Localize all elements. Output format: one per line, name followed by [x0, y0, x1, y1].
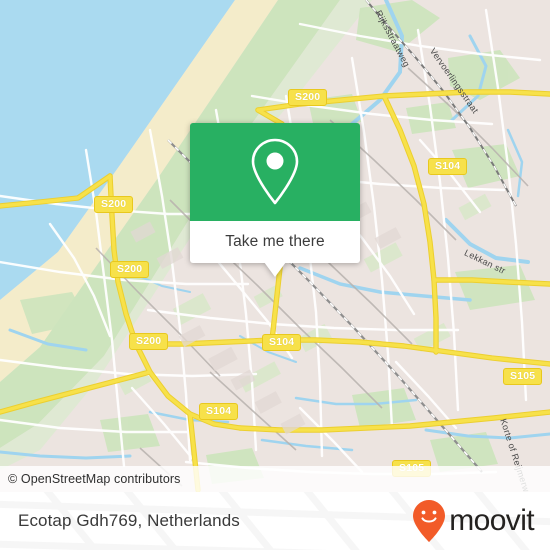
road-shield: S200: [110, 261, 150, 278]
road-shield: S104: [199, 403, 239, 420]
map-pin-icon: [251, 138, 299, 205]
moovit-wordmark: moovit: [449, 504, 534, 537]
moovit-location-card: S200 S104 S200 S200 S200 S104 S105 S104 …: [0, 0, 550, 550]
take-me-there-label: Take me there: [225, 233, 325, 250]
road-shield: S104: [428, 158, 468, 175]
footer-bar: Ecotap Gdh769, Netherlands moovit: [0, 492, 550, 550]
callout-header: [190, 123, 360, 221]
attribution-text[interactable]: © OpenStreetMap contributors: [8, 472, 181, 486]
road-shield: S200: [129, 333, 169, 350]
road-shield: S105: [503, 368, 543, 385]
map-canvas[interactable]: S200 S104 S200 S200 S200 S104 S105 S104 …: [0, 0, 550, 492]
road-shield: S104: [262, 334, 302, 351]
road-shield: S200: [94, 196, 134, 213]
road-shield: S200: [288, 89, 328, 106]
callout-action[interactable]: Take me there: [190, 221, 360, 277]
moovit-pin-smiley-icon: [413, 500, 446, 542]
location-callout-card[interactable]: Take me there: [190, 123, 360, 277]
map-attribution: © OpenStreetMap contributors: [0, 466, 550, 492]
callout-pointer: [264, 262, 286, 277]
moovit-logo[interactable]: moovit: [412, 499, 535, 543]
location-title: Ecotap Gdh769, Netherlands: [18, 511, 240, 530]
